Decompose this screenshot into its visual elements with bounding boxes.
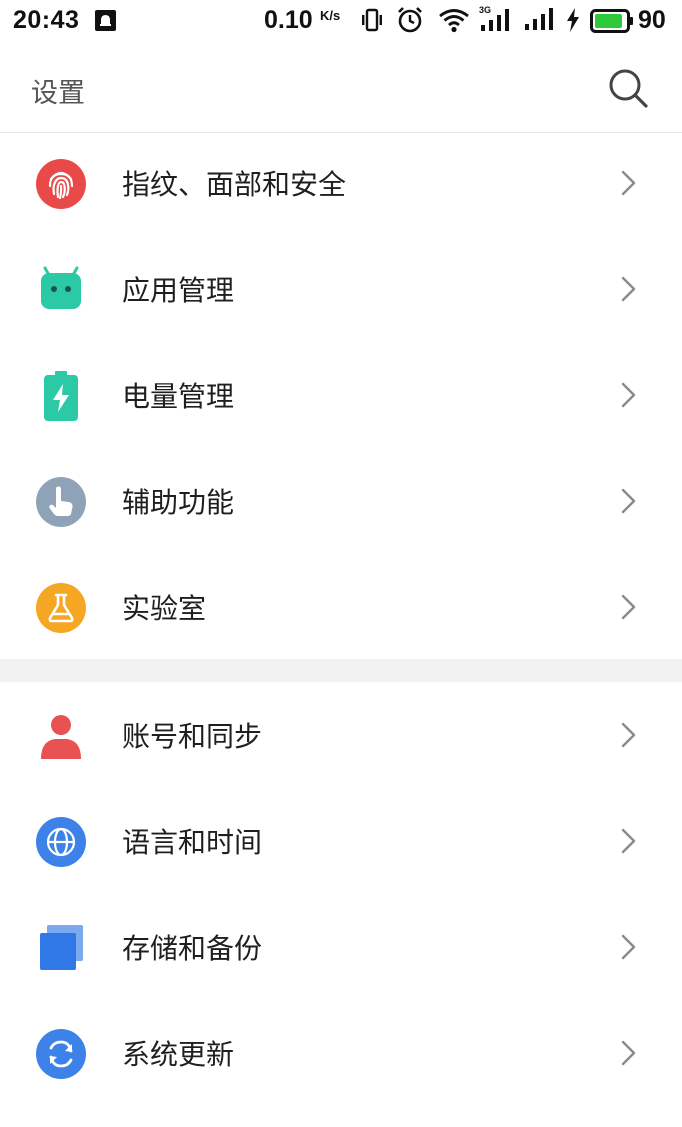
network-speed: 0.10 <box>264 6 313 34</box>
search-button[interactable] <box>606 66 652 112</box>
settings-item-language-time[interactable]: 语言和时间 <box>0 788 682 894</box>
settings-item-label: 电量管理 <box>122 380 235 413</box>
settings-item-label: 辅助功能 <box>122 486 235 519</box>
settings-item-label: 实验室 <box>122 592 207 625</box>
signal-3g-icon: 3G <box>479 5 509 31</box>
search-icon <box>609 69 648 108</box>
battery-status-icon <box>590 9 633 33</box>
chevron-right-icon <box>621 276 636 302</box>
settings-item-label: 系统更新 <box>122 1038 235 1071</box>
section-divider <box>0 659 682 682</box>
signal-icon <box>525 8 553 30</box>
wifi-icon <box>439 9 469 33</box>
settings-item-account[interactable]: 账号和同步 <box>0 682 682 788</box>
settings-item-label: 应用管理 <box>122 274 235 307</box>
alarm-icon <box>398 7 422 33</box>
chevron-right-icon <box>621 382 636 408</box>
network-type-label: 3G <box>479 5 491 15</box>
settings-group-device: 指纹、面部和安全 应用管理 电量管理 辅助功能 实验室 <box>0 130 682 660</box>
chevron-right-icon <box>621 1040 636 1066</box>
fingerprint-icon <box>36 159 86 209</box>
settings-item-security[interactable]: 指纹、面部和安全 <box>0 130 682 236</box>
settings-item-labs[interactable]: 实验室 <box>0 554 682 660</box>
refresh-icon <box>36 1029 86 1079</box>
battery-level: 90 <box>638 6 666 34</box>
page-title: 设置 <box>31 78 85 109</box>
hand-pointer-icon <box>36 477 86 527</box>
battery-icon <box>44 371 78 421</box>
settings-item-label: 指纹、面部和安全 <box>122 168 347 201</box>
status-time: 20:43 <box>13 6 80 34</box>
settings-item-storage-backup[interactable]: 存储和备份 <box>0 894 682 1000</box>
status-bar: 20:43 0.10 K/s 3G 90 <box>0 0 682 44</box>
globe-icon <box>36 817 86 867</box>
settings-item-apps[interactable]: 应用管理 <box>0 236 682 342</box>
settings-item-label: 账号和同步 <box>122 720 263 753</box>
settings-group-account: 账号和同步 语言和时间 存储和备份 系统更新 <box>0 682 682 1106</box>
network-speed-unit: K/s <box>320 8 341 23</box>
settings-item-battery[interactable]: 电量管理 <box>0 342 682 448</box>
flask-icon <box>36 583 86 633</box>
settings-item-label: 语言和时间 <box>122 826 263 859</box>
android-icon <box>41 266 81 309</box>
chevron-right-icon <box>621 722 636 748</box>
charging-icon <box>567 8 579 32</box>
chevron-right-icon <box>621 594 636 620</box>
chevron-right-icon <box>621 488 636 514</box>
notification-icon <box>95 10 116 31</box>
settings-item-label: 存储和备份 <box>122 932 263 965</box>
storage-icon <box>40 925 83 970</box>
settings-item-accessibility[interactable]: 辅助功能 <box>0 448 682 554</box>
user-icon <box>41 715 81 759</box>
app-header: 设置 <box>0 44 682 133</box>
chevron-right-icon <box>621 170 636 196</box>
vibrate-icon <box>362 8 382 32</box>
chevron-right-icon <box>621 934 636 960</box>
chevron-right-icon <box>621 828 636 854</box>
settings-item-system-update[interactable]: 系统更新 <box>0 1000 682 1106</box>
